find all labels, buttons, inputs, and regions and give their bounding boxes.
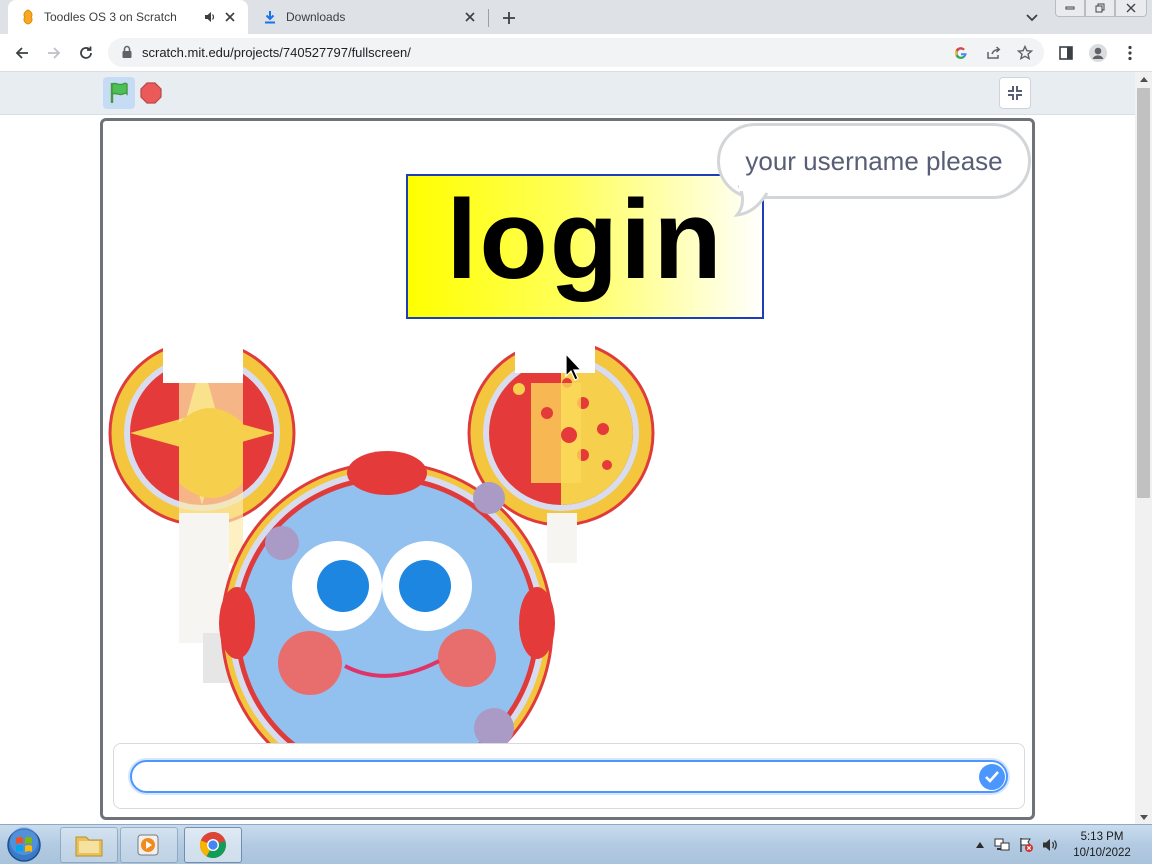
url-text[interactable]: scratch.mit.edu/projects/740527797/fulls… xyxy=(142,45,411,60)
project-stage[interactable]: login your username please xyxy=(100,118,1035,820)
share-icon[interactable] xyxy=(984,43,1004,63)
close-icon xyxy=(1126,3,1136,13)
exit-fullscreen-button[interactable] xyxy=(999,77,1031,109)
action-center-flag-icon[interactable] xyxy=(1018,837,1034,853)
exit-fullscreen-icon xyxy=(1008,86,1022,100)
player-controls-bar xyxy=(0,72,1135,115)
mouse-cursor-icon xyxy=(565,353,583,381)
scroll-down-arrow[interactable] xyxy=(1135,810,1152,824)
reload-button[interactable] xyxy=(74,41,98,65)
minimize-button[interactable] xyxy=(1055,0,1085,17)
address-bar[interactable]: scratch.mit.edu/projects/740527797/fulls… xyxy=(108,38,1044,67)
tab-toodles-os[interactable]: Toodles OS 3 on Scratch xyxy=(8,0,248,34)
scratch-favicon-icon xyxy=(20,9,36,25)
tab-strip: Toodles OS 3 on Scratch Downloads xyxy=(0,0,1152,34)
lock-icon[interactable] xyxy=(120,45,134,59)
close-tab-icon[interactable] xyxy=(462,9,478,25)
close-window-button[interactable] xyxy=(1115,0,1147,17)
reload-icon xyxy=(80,46,92,59)
speech-bubble-tail xyxy=(733,183,769,217)
ask-prompt xyxy=(113,743,1025,809)
network-icon[interactable] xyxy=(994,837,1010,853)
menu-button[interactable] xyxy=(1118,41,1142,65)
system-clock[interactable]: 5:13 PM 10/10/2022 xyxy=(1064,829,1140,861)
tab-search-button[interactable] xyxy=(1022,8,1042,28)
windows-start-icon xyxy=(7,827,41,862)
checkmark-icon xyxy=(985,771,999,783)
green-flag-button[interactable] xyxy=(103,77,135,109)
stop-icon xyxy=(140,82,162,104)
tab-title: Downloads xyxy=(286,10,346,24)
scroll-up-arrow[interactable] xyxy=(1135,72,1152,86)
page-scrollbar[interactable] xyxy=(1135,72,1152,824)
media-player-icon xyxy=(137,834,159,856)
tab-title: Toodles OS 3 on Scratch xyxy=(44,10,177,24)
chrome-icon xyxy=(199,832,226,859)
tab-separator xyxy=(488,9,489,27)
browser-toolbar: scratch.mit.edu/projects/740527797/fulls… xyxy=(0,34,1152,72)
clock-time: 5:13 PM xyxy=(1080,831,1124,843)
window-controls xyxy=(1055,0,1147,18)
minimize-icon xyxy=(1065,6,1075,10)
profile-avatar-icon xyxy=(1089,44,1107,62)
google-lens-icon[interactable] xyxy=(951,43,971,63)
taskbar-google-chrome[interactable] xyxy=(184,827,242,863)
green-flag-icon xyxy=(110,82,128,103)
bookmark-star-icon[interactable] xyxy=(1015,43,1035,63)
folder-icon xyxy=(75,836,103,857)
restore-button[interactable] xyxy=(1085,0,1115,17)
side-panel-button[interactable] xyxy=(1054,41,1078,65)
scrollbar-thumb[interactable] xyxy=(1137,88,1150,498)
start-button[interactable] xyxy=(4,826,44,864)
speech-bubble-text: your username please xyxy=(745,145,1003,176)
side-panel-icon xyxy=(1059,46,1073,60)
stop-button[interactable] xyxy=(138,80,164,106)
more-vertical-icon xyxy=(1128,45,1132,61)
login-title: login xyxy=(446,176,724,302)
login-title-box: login xyxy=(406,174,764,319)
profile-button[interactable] xyxy=(1086,41,1110,65)
plus-icon xyxy=(503,12,515,24)
forward-button[interactable] xyxy=(42,41,66,65)
speaker-icon[interactable] xyxy=(202,9,218,25)
windows-taskbar: 5:13 PM 10/10/2022 xyxy=(0,824,1152,864)
chevron-down-icon xyxy=(1026,14,1038,22)
taskbar-media-player[interactable] xyxy=(120,827,178,863)
back-button[interactable] xyxy=(10,41,34,65)
restore-icon xyxy=(1095,3,1104,13)
submit-answer-button[interactable] xyxy=(979,764,1005,790)
new-tab-button[interactable] xyxy=(498,7,520,29)
volume-icon[interactable] xyxy=(1042,837,1058,853)
tab-downloads[interactable]: Downloads xyxy=(250,0,488,34)
close-tab-icon[interactable] xyxy=(222,9,238,25)
show-hidden-icons-button[interactable] xyxy=(972,837,988,853)
arrow-right-icon xyxy=(48,47,61,59)
ask-answer-input[interactable] xyxy=(130,760,1008,793)
download-icon xyxy=(262,9,278,25)
taskbar-file-explorer[interactable] xyxy=(60,827,118,863)
clock-date: 10/10/2022 xyxy=(1073,847,1131,859)
scratch-player: login your username please xyxy=(0,72,1135,824)
toodles-monster-sprite[interactable] xyxy=(107,343,667,743)
arrow-left-icon xyxy=(15,47,28,59)
